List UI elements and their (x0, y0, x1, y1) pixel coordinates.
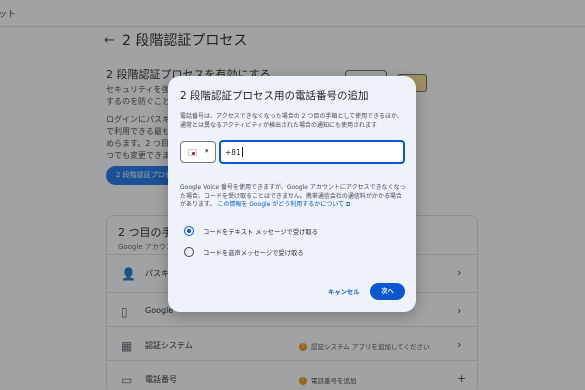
how-google-uses-info-link[interactable]: この情報を Google がどう利用するかについて (217, 201, 344, 208)
add-phone-dialog: 2 段階認証プロセス用の電話番号の追加 電話番号は、アクセスできなくなった場合の… (168, 76, 416, 312)
radio-button[interactable] (184, 247, 194, 257)
radio-text-message[interactable]: コードをテキスト メッセージで受け取る (184, 226, 318, 236)
phone-number-input[interactable] (225, 145, 395, 159)
open-in-new-icon[interactable]: ⧉ (346, 201, 350, 208)
dialog-title: 2 段階認証プロセス用の電話番号の追加 (180, 90, 369, 102)
radio-button-selected[interactable] (184, 226, 194, 236)
dialog-description: 電話番号は、アクセスできなくなった場合の 2 つ目の手順として使用できるほか、通… (180, 113, 403, 129)
phone-number-field[interactable] (219, 140, 405, 164)
next-button[interactable]: 次へ (370, 283, 405, 300)
radio-voice-message[interactable]: コードを音声メッセージで受け取る (184, 247, 304, 257)
dropdown-caret-icon: ▾ (205, 147, 209, 155)
country-code-select[interactable]: ▾ (180, 141, 216, 163)
radio-label: コードをテキスト メッセージで受け取る (203, 228, 319, 236)
radio-label: コードを音声メッセージで受け取る (203, 249, 304, 257)
cancel-button[interactable]: キャンセル (328, 287, 359, 296)
japan-flag-icon (188, 149, 197, 156)
google-voice-note: Google Voice 番号を使用できますが、Google アカウントにアクセ… (180, 184, 406, 210)
text-cursor (242, 147, 243, 157)
